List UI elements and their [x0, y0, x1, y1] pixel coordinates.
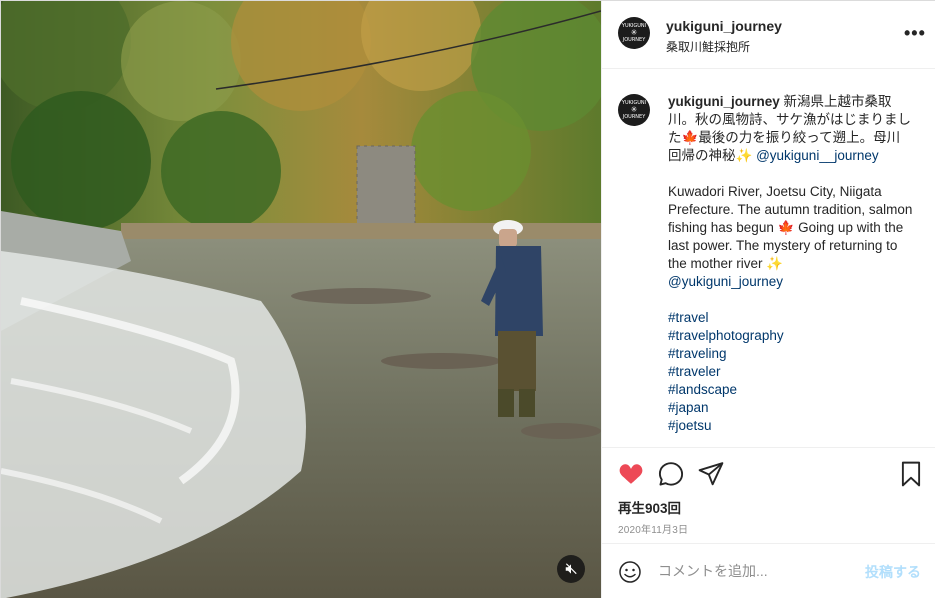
avatar-text-bottom: JOURNEY: [622, 37, 646, 43]
comment-input[interactable]: [658, 558, 858, 584]
location-link[interactable]: 桑取川鮭採抱所: [666, 38, 750, 55]
caption-avatar[interactable]: YUKIGUNI ✳ JOURNEY: [618, 94, 650, 126]
mention-link[interactable]: @yukiguni__journey: [756, 148, 879, 163]
caption-en: Kuwadori River, Joetsu City, Niigata Pre…: [668, 183, 913, 291]
hashtag-link[interactable]: #travel: [668, 309, 913, 327]
sparkles-icon: ✨: [735, 148, 753, 163]
snowflake-icon: ✳: [630, 28, 638, 37]
view-count[interactable]: 再生903回: [618, 497, 681, 517]
header-username[interactable]: yukiguni_journey: [666, 18, 782, 34]
comment-icon[interactable]: [658, 461, 684, 487]
post-date[interactable]: 2020年11月3日: [618, 521, 688, 536]
hashtag-link[interactable]: #joetsu: [668, 417, 913, 435]
maple-leaf-icon: 🍁: [777, 220, 795, 235]
avatar[interactable]: YUKIGUNI ✳ JOURNEY: [618, 17, 650, 49]
post-side-panel: YUKIGUNI ✳ JOURNEY yukiguni_journey 桑取川鮭…: [601, 1, 935, 598]
hashtag-link[interactable]: #travelphotography: [668, 327, 913, 345]
mute-toggle-button[interactable]: [557, 555, 585, 583]
mention-link[interactable]: @yukiguni_journey: [668, 274, 783, 289]
avatar-text-bottom: JOURNEY: [622, 114, 646, 120]
caption-jp: yukiguni_journey 新潟県上越市桑取川。秋の風物詩、サケ漁がはじま…: [668, 93, 913, 165]
muted-speaker-icon: [565, 563, 577, 575]
post-modal: YUKIGUNI ✳ JOURNEY yukiguni_journey 桑取川鮭…: [0, 0, 935, 598]
maple-leaf-icon: 🍁: [681, 130, 699, 145]
action-bar: 再生903回 2020年11月3日: [602, 447, 935, 543]
hashtag-link[interactable]: #japan: [668, 399, 913, 417]
sparkles-icon: ✨: [766, 256, 784, 271]
more-options-icon[interactable]: •••: [904, 23, 926, 44]
caption-text: yukiguni_journey 新潟県上越市桑取川。秋の風物詩、サケ漁がはじま…: [668, 93, 913, 435]
comment-bar: 投稿する: [602, 543, 935, 598]
bookmark-icon[interactable]: [898, 461, 924, 487]
caption-username[interactable]: yukiguni_journey: [668, 94, 780, 109]
post-video[interactable]: [1, 1, 601, 598]
hashtag-link[interactable]: #landscape: [668, 381, 913, 399]
caption-scroll-area[interactable]: YUKIGUNI ✳ JOURNEY yukiguni_journey 新潟県上…: [602, 70, 935, 446]
snowflake-icon: ✳: [630, 105, 638, 114]
post-header: YUKIGUNI ✳ JOURNEY yukiguni_journey 桑取川鮭…: [602, 1, 935, 69]
post-comment-button[interactable]: 投稿する: [865, 562, 921, 582]
video-frame-river-fishing: [1, 1, 601, 598]
emoji-icon[interactable]: [618, 560, 642, 584]
hashtag-link[interactable]: #traveling: [668, 345, 913, 363]
share-icon[interactable]: [698, 461, 724, 487]
hashtag-list: #travel #travelphotography #traveling #t…: [668, 309, 913, 435]
heart-icon[interactable]: [618, 461, 644, 487]
hashtag-link[interactable]: #traveler: [668, 363, 913, 381]
